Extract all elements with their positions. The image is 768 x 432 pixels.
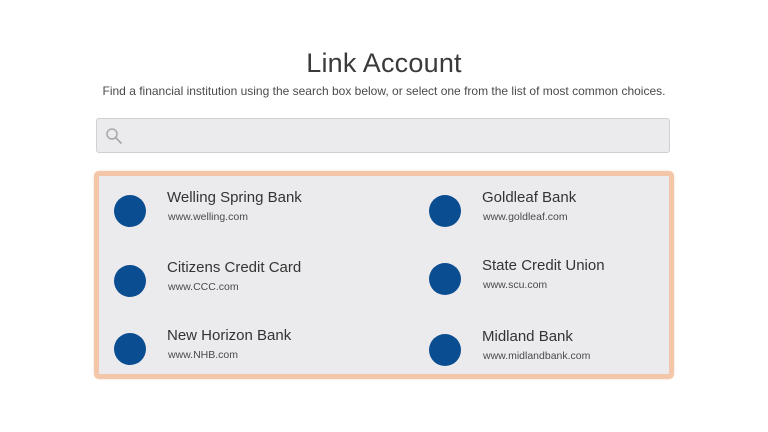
bank-item-welling-spring[interactable]: Welling Spring Bank www.welling.com	[114, 189, 364, 233]
bank-logo-icon	[114, 333, 146, 365]
bank-list: Welling Spring Bank www.welling.com Gold…	[94, 171, 674, 379]
bank-name: Midland Bank	[482, 328, 573, 345]
bank-logo-icon	[429, 334, 461, 366]
bank-url: www.midlandbank.com	[483, 350, 591, 362]
bank-logo-icon	[429, 195, 461, 227]
bank-url: www.goldleaf.com	[483, 211, 568, 223]
bank-item-state-credit-union[interactable]: State Credit Union www.scu.com	[429, 257, 679, 301]
bank-logo-icon	[429, 263, 461, 295]
bank-name: Welling Spring Bank	[167, 189, 302, 206]
page-title: Link Account	[306, 48, 462, 78]
search-icon	[105, 127, 123, 145]
bank-name: New Horizon Bank	[167, 327, 292, 344]
bank-item-midland[interactable]: Midland Bank www.midlandbank.com	[429, 328, 679, 372]
bank-item-goldleaf[interactable]: Goldleaf Bank www.goldleaf.com	[429, 189, 679, 233]
bank-logo-icon	[114, 195, 146, 227]
bank-url: www.NHB.com	[168, 349, 239, 361]
bank-url: www.CCC.com	[168, 281, 239, 293]
page-subtitle: Find a financial institution using the s…	[102, 84, 666, 98]
search-box[interactable]	[96, 118, 670, 153]
bank-name: Goldleaf Bank	[482, 189, 577, 206]
bank-url: www.scu.com	[483, 279, 548, 291]
bank-url: www.welling.com	[168, 211, 248, 223]
bank-name: Citizens Credit Card	[167, 259, 302, 276]
bank-logo-icon	[114, 265, 146, 297]
bank-item-citizens-credit-card[interactable]: Citizens Credit Card www.CCC.com	[114, 259, 364, 303]
search-input[interactable]	[129, 119, 659, 152]
bank-item-new-horizon[interactable]: New Horizon Bank www.NHB.com	[114, 327, 364, 371]
bank-name: State Credit Union	[482, 257, 605, 274]
link-account-page: Link Account Find a financial institutio…	[0, 0, 768, 432]
